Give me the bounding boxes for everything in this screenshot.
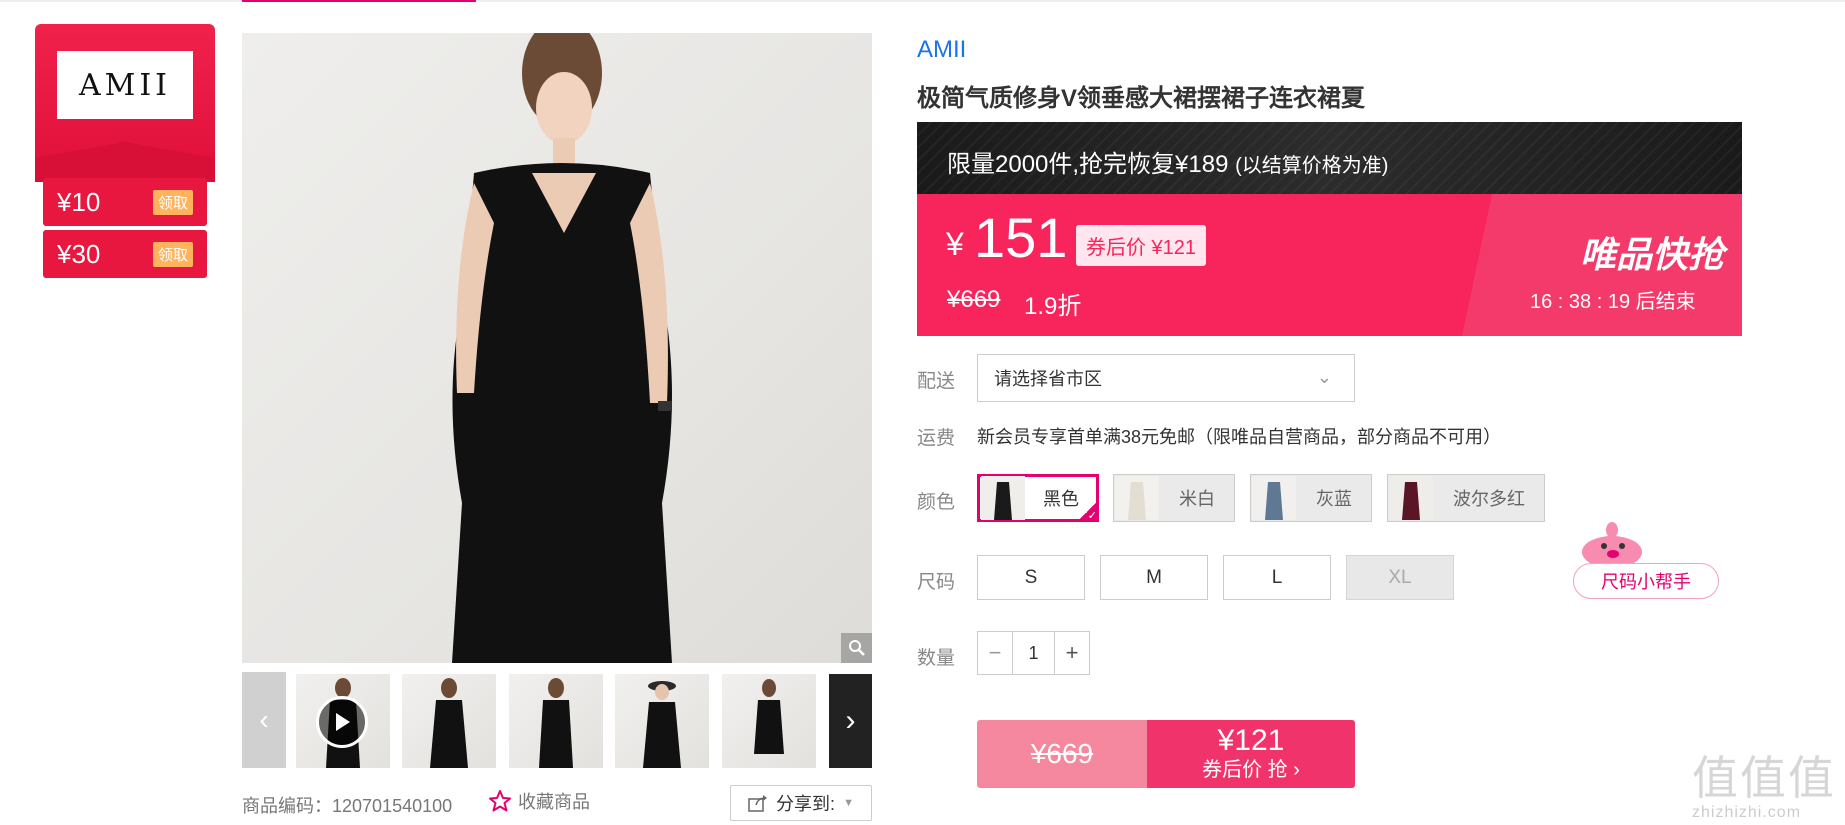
color-swatch — [981, 476, 1025, 520]
price-currency: ¥ — [946, 226, 964, 262]
color-swatch — [1389, 476, 1433, 520]
watermark-logo: 值值值 — [1692, 751, 1836, 805]
thumbnail-2[interactable] — [402, 674, 496, 768]
brand-logo[interactable]: AMII — [57, 51, 193, 119]
claim-coupon-button[interactable]: 领取 — [152, 241, 193, 267]
brand-link[interactable]: AMII — [917, 36, 966, 64]
color-name: 波尔多红 — [1453, 489, 1525, 509]
color-option-grey-blue[interactable]: 灰蓝 — [1250, 474, 1372, 522]
discount-rate: 1.9折 — [1024, 293, 1082, 320]
coupon-10[interactable]: ¥10 领取 — [43, 178, 207, 226]
promo-banner: 限量2000件,抢完恢复¥189 (以结算价格为准) — [917, 122, 1742, 194]
thumbnail-prev-button[interactable]: ‹ — [242, 672, 286, 768]
original-price: ¥669 — [947, 286, 1001, 313]
quantity-label: 数量 — [917, 648, 956, 669]
thumbnail-image — [643, 681, 681, 768]
share-label: 分享到: — [776, 794, 836, 814]
product-title: 极简气质修身V领垂感大裙摆裙子连衣裙夏 — [917, 85, 1366, 112]
chevron-left-icon: ‹ — [259, 704, 269, 735]
color-option-bordeaux[interactable]: 波尔多红 — [1387, 474, 1545, 522]
promo-note: (以结算价格为准) — [1235, 155, 1389, 177]
size-option-l[interactable]: L — [1223, 555, 1331, 600]
coupon-30[interactable]: ¥30 领取 — [43, 230, 207, 278]
countdown-timer: 16 : 38 : 19 后结束 — [1530, 291, 1696, 313]
quantity-stepper: − 1 + — [977, 631, 1090, 675]
thumbnail-image — [539, 678, 573, 768]
size-option-m[interactable]: M — [1100, 555, 1208, 600]
promo-text: 限量2000件,抢完恢复¥189 (以结算价格为准) — [947, 144, 1388, 179]
caret-down-icon: ▼ — [843, 797, 854, 809]
buy-with-coupon-button[interactable]: ¥121 券后价 抢 › — [1147, 720, 1355, 788]
star-icon — [489, 790, 511, 812]
magnifier-icon — [848, 640, 865, 656]
quantity-increment-button[interactable]: + — [1055, 632, 1089, 674]
shipping-info: 新会员专享首单满38元免邮（限唯品自营商品，部分商品不可用） — [977, 427, 1502, 447]
current-price: 151 — [974, 206, 1068, 269]
promo-headline: 限量2000件,抢完恢复¥189 — [947, 151, 1229, 178]
flash-sale-label: 唯品快抢 — [1580, 234, 1725, 275]
share-icon — [748, 795, 768, 812]
size-option-xl: XL — [1346, 555, 1454, 600]
chevron-down-icon: ⌄ — [1316, 367, 1332, 387]
buy-coupon-price: ¥121 — [1217, 724, 1285, 757]
quantity-input[interactable]: 1 — [1012, 632, 1055, 674]
model-illustration — [452, 33, 672, 663]
chevron-right-icon: › — [845, 704, 856, 737]
quantity-decrement-button[interactable]: − — [978, 632, 1012, 674]
thumbnail-image — [430, 678, 468, 768]
favorite-button[interactable]: 收藏商品 — [488, 788, 590, 814]
selected-check-icon: ✓ — [1077, 500, 1099, 522]
size-option-s[interactable]: S — [977, 555, 1085, 600]
product-code: 商品编码：120701540100 — [242, 792, 452, 818]
size-label: 尺码 — [917, 572, 956, 593]
brand-coupon-card: AMII ¥10 领取 ¥30 领取 — [35, 24, 215, 282]
site-watermark: 值值值 zhizhizhi.com — [1692, 742, 1836, 822]
color-swatch — [1252, 476, 1296, 520]
color-name: 灰蓝 — [1316, 489, 1352, 509]
region-select-value: 请选择省市区 — [994, 369, 1102, 389]
coupon-price-tag: 券后价 ¥121 — [1076, 225, 1207, 266]
share-dropdown[interactable]: 分享到: ▼ — [730, 785, 872, 821]
active-tab-indicator — [242, 0, 476, 2]
thumbnail-image — [754, 679, 784, 754]
buy-original-price[interactable]: ¥669 — [977, 720, 1147, 788]
color-swatch — [1115, 476, 1159, 520]
thumbnail-3[interactable] — [509, 674, 603, 768]
color-option-black[interactable]: 黑色 ✓ — [977, 474, 1099, 522]
coupon-amount: ¥30 — [57, 238, 101, 269]
play-icon[interactable] — [316, 696, 368, 748]
shipping-label: 运费 — [917, 428, 956, 449]
color-option-cream[interactable]: 米白 — [1113, 474, 1235, 522]
coupon-amount: ¥10 — [57, 186, 101, 217]
zoom-button[interactable] — [841, 633, 872, 663]
thumbnail-video[interactable] — [296, 674, 390, 768]
region-select[interactable]: 请选择省市区 ⌄ — [977, 354, 1355, 402]
thumbnail-5[interactable] — [722, 674, 816, 768]
color-name: 米白 — [1179, 489, 1215, 509]
delivery-label: 配送 — [917, 371, 956, 392]
product-code-value: 120701540100 — [332, 796, 453, 816]
buy-coupon-action: 券后价 抢 › — [1202, 759, 1300, 781]
main-product-image[interactable] — [242, 33, 872, 663]
size-helper-button[interactable]: 尺码小帮手 — [1573, 563, 1719, 599]
favorite-label: 收藏商品 — [518, 792, 590, 812]
thumbnail-next-button[interactable]: › — [829, 674, 872, 768]
color-label: 颜色 — [917, 492, 956, 513]
product-code-label: 商品编码： — [242, 796, 332, 816]
thumbnail-4[interactable] — [615, 674, 709, 768]
claim-coupon-button[interactable]: 领取 — [152, 189, 193, 215]
